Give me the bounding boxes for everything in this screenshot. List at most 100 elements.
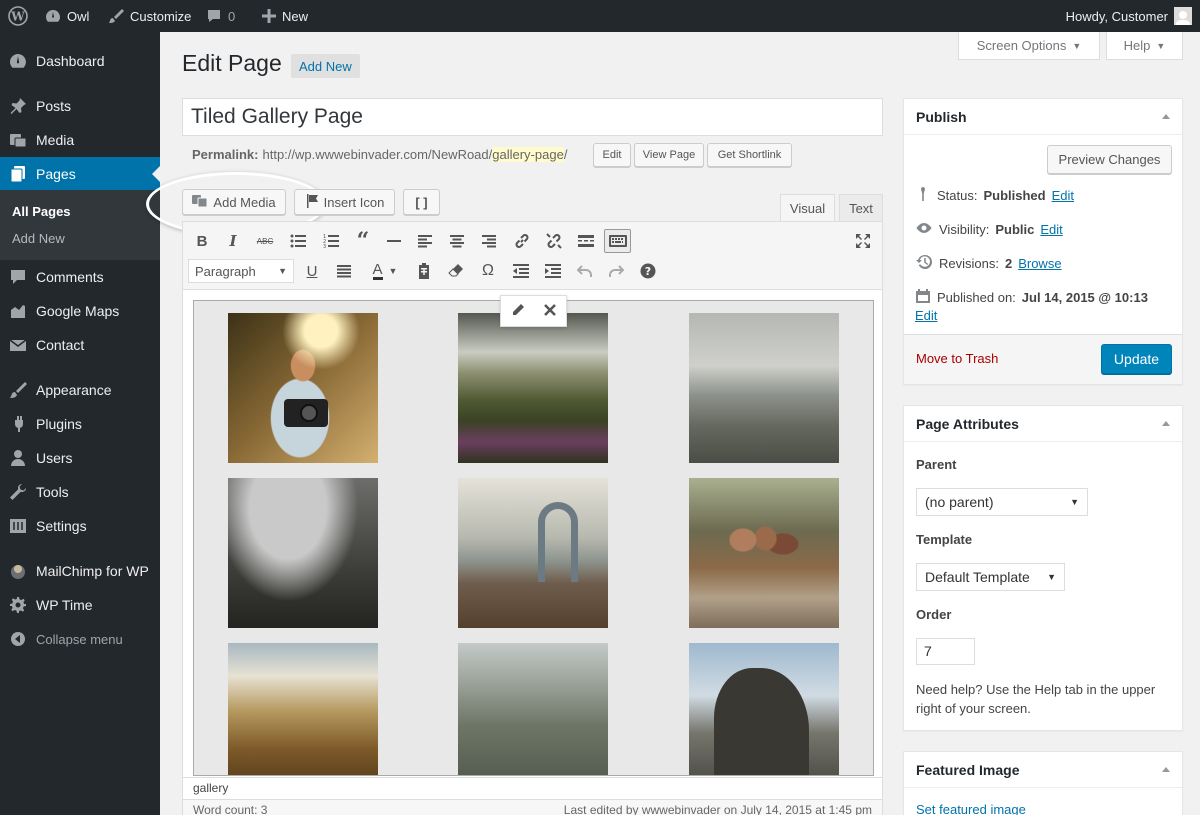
status-edit-link[interactable]: Edit xyxy=(1052,188,1074,203)
wordpress-logo-icon[interactable]: W xyxy=(8,0,28,32)
permalink-url[interactable]: http://wp.wwwebinvader.com/NewRoad/galle… xyxy=(262,147,567,162)
word-count: Word count: 3 xyxy=(193,803,268,815)
page-heading: Edit Page xyxy=(182,50,282,76)
settings-sliders-icon xyxy=(0,517,36,535)
preview-changes-button[interactable]: Preview Changes xyxy=(1047,145,1172,174)
template-select[interactable]: Default Template ▼ xyxy=(916,563,1065,591)
underline-icon[interactable]: U xyxy=(301,260,323,282)
outdent-icon[interactable] xyxy=(510,260,532,282)
menu-item-wp-time[interactable]: WP Time xyxy=(0,588,160,622)
screen-options-tab[interactable]: Screen Options ▼ xyxy=(958,32,1100,60)
menu-item-users[interactable]: Users xyxy=(0,441,160,475)
gallery-image[interactable] xyxy=(689,643,839,775)
tab-text[interactable]: Text xyxy=(839,194,883,221)
get-shortlink-button[interactable]: Get Shortlink xyxy=(707,143,792,167)
visibility-edit-link[interactable]: Edit xyxy=(1040,222,1062,237)
undo-icon[interactable] xyxy=(574,260,596,282)
menu-item-tools[interactable]: Tools xyxy=(0,475,160,509)
page-attributes-title[interactable]: Page Attributes xyxy=(904,406,1182,442)
insert-icon-button[interactable]: Insert Icon xyxy=(294,189,395,215)
clear-formatting-icon[interactable] xyxy=(445,260,467,282)
menu-item-dashboard[interactable]: Dashboard xyxy=(0,44,160,78)
menu-item-comments[interactable]: Comments xyxy=(0,260,160,294)
strikethrough-icon[interactable]: ABC xyxy=(254,230,276,252)
admin-bar: W Owl Customize 0 New Howdy, Customer xyxy=(0,0,1200,32)
help-circle-icon[interactable]: ? xyxy=(637,260,659,282)
special-character-icon[interactable]: Ω xyxy=(477,260,499,282)
menu-item-settings[interactable]: Settings xyxy=(0,509,160,543)
featured-image-title[interactable]: Featured Image xyxy=(904,752,1182,788)
menu-item-pages[interactable]: Pages xyxy=(0,157,160,191)
gallery-image[interactable] xyxy=(228,313,378,463)
indent-icon[interactable] xyxy=(542,260,564,282)
numbered-list-icon[interactable]: 123 xyxy=(320,230,342,252)
gallery-image[interactable] xyxy=(228,478,378,628)
text-color-icon[interactable]: A ▼ xyxy=(367,260,403,282)
menu-item-media[interactable]: Media xyxy=(0,123,160,157)
order-input[interactable]: 7 xyxy=(916,638,975,665)
paste-text-icon[interactable] xyxy=(413,260,435,282)
add-media-button[interactable]: Add Media xyxy=(182,189,286,215)
gallery-block[interactable] xyxy=(193,300,874,776)
menu-item-plugins[interactable]: Plugins xyxy=(0,407,160,441)
align-left-icon[interactable] xyxy=(414,230,436,252)
toolbar-toggle-icon[interactable] xyxy=(604,229,631,253)
unlink-icon[interactable] xyxy=(543,230,565,252)
update-button[interactable]: Update xyxy=(1101,344,1172,374)
help-tab[interactable]: Help ▼ xyxy=(1106,32,1183,60)
link-icon[interactable] xyxy=(511,230,533,252)
tab-visual[interactable]: Visual xyxy=(780,194,835,221)
customize-link[interactable]: Customize xyxy=(108,0,191,32)
publish-box-title[interactable]: Publish xyxy=(904,99,1182,135)
menu-item-mailchimp[interactable]: MailChimp for WP xyxy=(0,554,160,588)
last-edited: Last edited by wwwebinvader on July 14, … xyxy=(563,803,872,815)
align-right-icon[interactable] xyxy=(478,230,500,252)
read-more-icon[interactable] xyxy=(575,230,597,252)
gallery-image[interactable] xyxy=(458,313,608,463)
comments-link[interactable]: 0 xyxy=(206,0,235,32)
submenu-all-pages[interactable]: All Pages xyxy=(12,204,71,219)
view-page-button[interactable]: View Page xyxy=(634,143,704,167)
envelope-icon xyxy=(0,336,36,354)
redo-icon[interactable] xyxy=(605,260,627,282)
gallery-image[interactable] xyxy=(689,478,839,628)
gallery-image[interactable] xyxy=(458,478,608,628)
menu-item-contact[interactable]: Contact xyxy=(0,328,160,362)
bold-icon[interactable]: B xyxy=(191,230,213,252)
pencil-icon[interactable] xyxy=(511,303,525,320)
parent-label: Parent xyxy=(916,457,957,472)
justify-icon[interactable] xyxy=(333,260,355,282)
gallery-image[interactable] xyxy=(689,313,839,463)
collapse-menu-button[interactable]: Collapse menu xyxy=(0,622,160,656)
fullscreen-icon[interactable] xyxy=(852,230,874,252)
close-icon[interactable] xyxy=(544,303,557,319)
site-name-link[interactable]: Owl xyxy=(45,0,89,32)
submenu-add-new[interactable]: Add New xyxy=(12,231,65,246)
horizontal-line-icon[interactable] xyxy=(383,230,405,252)
account-link[interactable]: Howdy, Customer xyxy=(1066,0,1192,32)
svg-text:W: W xyxy=(10,10,25,24)
calendar-icon xyxy=(915,288,931,307)
new-content-link[interactable]: New xyxy=(262,0,308,32)
parent-select[interactable]: (no parent) ▼ xyxy=(916,488,1088,516)
browse-revisions-link[interactable]: Browse xyxy=(1018,256,1061,271)
move-to-trash-link[interactable]: Move to Trash xyxy=(916,351,998,366)
italic-icon[interactable]: I xyxy=(222,230,244,252)
published-on-edit-link[interactable]: Edit xyxy=(915,308,937,323)
gallery-image[interactable] xyxy=(458,643,608,775)
blockquote-icon[interactable]: “ xyxy=(352,228,374,254)
align-center-icon[interactable] xyxy=(446,230,468,252)
menu-item-google-maps[interactable]: Google Maps xyxy=(0,294,160,328)
shortcode-button[interactable]: [ ] xyxy=(403,189,440,215)
set-featured-image-link[interactable]: Set featured image xyxy=(916,802,1026,815)
menu-item-posts[interactable]: Posts xyxy=(0,89,160,123)
paintbrush-icon xyxy=(0,381,36,399)
add-new-button[interactable]: Add New xyxy=(291,54,360,78)
menu-item-appearance[interactable]: Appearance xyxy=(0,373,160,407)
bullet-list-icon[interactable] xyxy=(287,230,309,252)
title-input[interactable]: Tiled Gallery Page xyxy=(182,98,883,136)
gallery-image[interactable] xyxy=(228,643,378,775)
permalink-edit-button[interactable]: Edit xyxy=(593,143,631,167)
svg-text:3: 3 xyxy=(323,244,326,248)
format-select[interactable]: Paragraph ▼ xyxy=(188,259,294,283)
